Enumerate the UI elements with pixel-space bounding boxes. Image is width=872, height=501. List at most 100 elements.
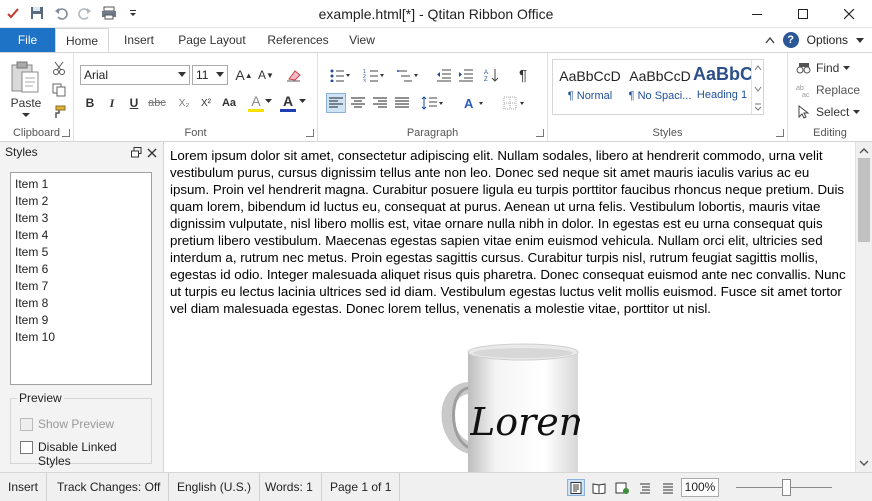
list-item[interactable]: Item 7 — [15, 278, 147, 295]
styles-gallery-scroll[interactable] — [751, 60, 763, 114]
increase-indent-icon[interactable] — [456, 65, 476, 85]
status-track-changes[interactable]: Track Changes: Off — [49, 473, 170, 501]
options-chevron-icon[interactable] — [856, 33, 864, 47]
sort-icon[interactable]: AZ — [482, 65, 502, 85]
web-layout-view-icon[interactable] — [613, 479, 631, 496]
status-mode[interactable]: Insert — [0, 473, 48, 501]
align-right-icon[interactable] — [370, 93, 390, 113]
text-effects-icon[interactable]: A — [460, 93, 490, 113]
font-launcher-icon[interactable] — [306, 129, 314, 137]
svg-text:3: 3 — [363, 79, 366, 82]
font-color-dropdown-icon[interactable] — [298, 95, 306, 107]
list-item[interactable]: Item 4 — [15, 227, 147, 244]
font-family-dropdown-icon[interactable] — [178, 72, 186, 77]
strikethrough-button[interactable]: abc — [146, 93, 168, 113]
show-marks-button[interactable]: ¶ — [514, 65, 532, 85]
superscript-button[interactable]: X² — [196, 93, 216, 113]
ribbon-collapse-icon[interactable] — [765, 33, 775, 47]
find-button[interactable]: Find — [796, 59, 856, 77]
font-size-dropdown-icon[interactable] — [216, 72, 224, 77]
disable-linked-styles-label[interactable]: Disable Linked Styles — [38, 440, 151, 468]
shrink-font-button[interactable]: A ▼ — [256, 65, 276, 85]
subscript-button[interactable]: X₂ — [174, 93, 194, 113]
document-body[interactable]: Lorem ipsum dolor sit amet, consectetur … — [170, 147, 850, 317]
borders-icon[interactable] — [500, 93, 530, 113]
font-color-button[interactable]: A — [280, 91, 296, 111]
style-name: ¶ Normal — [567, 90, 613, 102]
clipboard-launcher-icon[interactable] — [62, 129, 70, 137]
list-item[interactable]: Item 6 — [15, 261, 147, 278]
help-icon[interactable]: ? — [782, 32, 799, 48]
print-layout-view-icon[interactable] — [567, 479, 585, 496]
numbering-icon[interactable]: 123 — [360, 65, 388, 85]
tab-row-right: ? Options — [765, 28, 864, 52]
cut-icon[interactable] — [50, 59, 68, 77]
italic-button[interactable]: I — [102, 93, 122, 113]
line-spacing-icon[interactable] — [418, 93, 448, 113]
clear-formatting-icon[interactable] — [284, 65, 304, 85]
document-area[interactable]: Lorem ipsum dolor sit amet, consectetur … — [165, 142, 855, 472]
align-left-icon[interactable] — [326, 93, 346, 113]
select-button[interactable]: Select — [796, 103, 866, 121]
font-family-combo[interactable]: Arial — [80, 65, 190, 85]
close-icon[interactable] — [826, 0, 872, 28]
tab-view[interactable]: View — [342, 28, 382, 52]
highlight-button[interactable]: A — [248, 91, 264, 111]
style-no-spacing[interactable]: AaBbCcD ¶ No Spaci... — [625, 62, 695, 112]
align-center-icon[interactable] — [348, 93, 368, 113]
scroll-thumb[interactable] — [858, 158, 870, 242]
font-size-combo[interactable]: 11 — [192, 65, 228, 85]
disable-linked-styles-checkbox[interactable] — [20, 441, 33, 454]
group-editing: Find ab ac Replace Select Editing — [788, 53, 872, 141]
underline-button[interactable]: U — [124, 93, 144, 113]
style-normal[interactable]: AaBbCcD ¶ Normal — [555, 62, 625, 112]
list-item[interactable]: Item 1 — [15, 176, 147, 193]
list-item[interactable]: Item 8 — [15, 295, 147, 312]
scroll-down-icon — [859, 460, 869, 466]
maximize-icon[interactable] — [780, 0, 826, 28]
change-case-button[interactable]: Aa — [218, 93, 240, 113]
tab-page-layout[interactable]: Page Layout — [172, 28, 252, 52]
paste-button[interactable]: Paste — [4, 95, 48, 111]
bullets-icon[interactable] — [326, 65, 354, 85]
status-language[interactable]: English (U.S.) — [169, 473, 261, 501]
tab-file[interactable]: File — [0, 28, 55, 52]
group-label-editing: Editing — [813, 127, 847, 139]
full-screen-reading-view-icon[interactable] — [590, 479, 608, 496]
options-menu[interactable]: Options — [807, 33, 848, 47]
pane-close-icon[interactable] — [147, 144, 157, 164]
document-scrollbar[interactable] — [855, 142, 872, 472]
paragraph-launcher-icon[interactable] — [536, 129, 544, 137]
minimize-icon[interactable] — [734, 0, 780, 28]
style-sample: AaBbC — [693, 64, 751, 84]
mug-image[interactable]: Lorem — [440, 340, 590, 472]
tab-insert[interactable]: Insert — [114, 28, 164, 52]
outline-view-icon[interactable] — [636, 479, 654, 496]
justify-icon[interactable] — [392, 93, 412, 113]
paste-dropdown-icon[interactable] — [20, 111, 32, 119]
font-color-bar — [280, 109, 296, 112]
zoom-slider-thumb[interactable] — [782, 479, 791, 496]
tab-home[interactable]: Home — [55, 28, 109, 53]
multilevel-list-icon[interactable] — [394, 65, 422, 85]
grow-font-button[interactable]: A ▲ — [234, 65, 254, 85]
style-heading-1[interactable]: AaBbC Heading 1 — [693, 62, 751, 112]
copy-icon[interactable] — [50, 81, 68, 99]
styles-launcher-icon[interactable] — [776, 129, 784, 137]
paste-icon[interactable] — [8, 57, 42, 97]
replace-button[interactable]: ab ac Replace — [796, 81, 866, 99]
format-painter-icon[interactable] — [50, 103, 68, 121]
draft-view-icon[interactable] — [659, 479, 677, 496]
list-item[interactable]: Item 5 — [15, 244, 147, 261]
highlight-dropdown-icon[interactable] — [264, 95, 272, 107]
list-item[interactable]: Item 10 — [15, 329, 147, 346]
scroll-up-icon — [859, 148, 869, 154]
list-item[interactable]: Item 2 — [15, 193, 147, 210]
list-item[interactable]: Item 3 — [15, 210, 147, 227]
list-item[interactable]: Item 9 — [15, 312, 147, 329]
decrease-indent-icon[interactable] — [434, 65, 454, 85]
zoom-level[interactable]: 100% — [681, 478, 719, 497]
pane-float-icon[interactable] — [131, 144, 142, 164]
tab-references[interactable]: References — [262, 28, 334, 52]
bold-button[interactable]: B — [80, 93, 100, 113]
